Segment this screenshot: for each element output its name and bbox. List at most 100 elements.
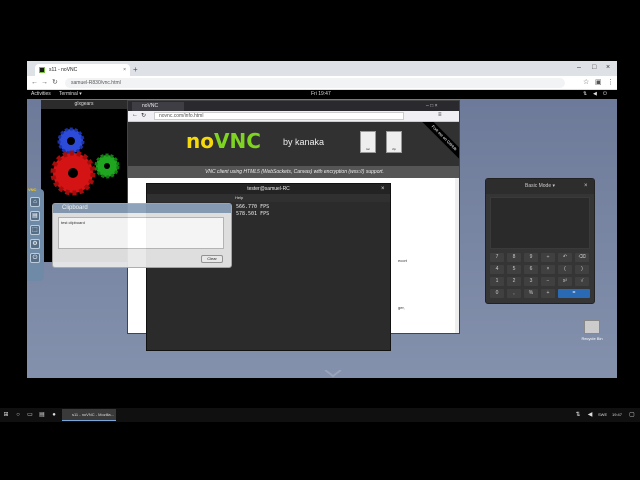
volume-icon[interactable]: ◀ bbox=[593, 90, 597, 99]
novnc-clipboard-button[interactable]: ▤ bbox=[30, 211, 40, 221]
novnc-bar-logo: VNC bbox=[28, 187, 37, 192]
novnc-favicon-icon bbox=[39, 67, 45, 73]
tray-volume-icon[interactable]: ◀ bbox=[586, 411, 594, 419]
remote-desktop[interactable]: glxgears noVNC – □ × ← ↻ novnc.com/info.… bbox=[27, 99, 617, 378]
novnc-disconnect-button[interactable]: ⏻ bbox=[30, 253, 40, 263]
network-icon[interactable]: ⇅ bbox=[583, 90, 587, 99]
github-ribbon[interactable]: Fork me on GitHub bbox=[419, 122, 459, 163]
recycle-bin-label: Recycle Bin bbox=[581, 336, 603, 341]
dock-chevron-icon[interactable] bbox=[323, 370, 343, 378]
calc-key[interactable]: 9 bbox=[524, 253, 538, 262]
calc-key[interactable]: ) bbox=[575, 265, 589, 274]
gnome-top-bar: Activities Terminal ▾ Fri 19:47 ⇅ ◀ ⏻ bbox=[27, 90, 617, 99]
novnc-home-button[interactable]: ⌂ bbox=[30, 197, 40, 207]
calc-key[interactable]: % bbox=[524, 289, 538, 298]
ff-url-bar[interactable]: novnc.com/info.html bbox=[154, 112, 404, 120]
toolbar: ← → ↻ samuel-R830/vnc.html ☆ ▣ ⋮ bbox=[27, 76, 617, 90]
calc-key[interactable]: 7 bbox=[490, 253, 504, 262]
download-tar-icon[interactable]: tar bbox=[360, 131, 376, 153]
novnc-tagline: VNC client using HTML5 (WebSockets, Canv… bbox=[128, 166, 459, 178]
calculator-display bbox=[490, 197, 590, 249]
terminal-title: tester@samuel-RC bbox=[147, 184, 390, 194]
calc-key[interactable]: − bbox=[541, 277, 555, 286]
calc-key[interactable]: 2 bbox=[507, 277, 521, 286]
ff-tab[interactable]: noVNC bbox=[132, 102, 184, 111]
calc-key[interactable]: ÷ bbox=[541, 253, 555, 262]
calc-key[interactable]: 3 bbox=[524, 277, 538, 286]
text-fragment: ecort bbox=[398, 258, 407, 263]
glxgears-title: glxgears bbox=[41, 100, 127, 109]
calc-key[interactable]: × bbox=[541, 265, 555, 274]
tray-network-icon[interactable]: ⇅ bbox=[574, 411, 582, 419]
file-explorer-icon[interactable]: ▤ bbox=[38, 411, 46, 419]
bookmark-star-icon[interactable]: ☆ bbox=[583, 76, 589, 90]
maximize-button[interactable]: □ bbox=[592, 63, 596, 73]
power-icon[interactable]: ⏻ bbox=[603, 90, 607, 99]
calc-key[interactable]: 1 bbox=[490, 277, 504, 286]
terminal-menubar: Help bbox=[147, 194, 390, 202]
firefox-icon[interactable]: ● bbox=[50, 411, 58, 419]
calc-key[interactable]: 6 bbox=[524, 265, 538, 274]
activities-button[interactable]: Activities bbox=[31, 90, 51, 99]
fps-line: 566.770 FPS bbox=[236, 204, 270, 210]
language-indicator[interactable]: SWE bbox=[598, 408, 607, 422]
novnc-banner: noVNC by kanaka tar zip Fork me on GitHu… bbox=[128, 122, 459, 166]
ff-menu-icon[interactable]: ≡ bbox=[438, 112, 442, 118]
novnc-control-bar: VNC ⌂ ▤ ⬚ ⚙ ⏻ bbox=[27, 187, 44, 281]
novnc-logo: noVNC bbox=[186, 129, 261, 153]
ff-scrollbar[interactable] bbox=[455, 178, 459, 333]
calc-key[interactable]: x² bbox=[558, 277, 572, 286]
calc-key[interactable]: 8 bbox=[507, 253, 521, 262]
minimize-button[interactable]: – bbox=[577, 63, 581, 73]
taskbar-clock[interactable]: 19:47 bbox=[612, 408, 622, 422]
calc-key[interactable]: , bbox=[507, 289, 521, 298]
ff-window-controls[interactable]: – □ × bbox=[426, 101, 438, 111]
logo-no: no bbox=[186, 129, 214, 153]
calc-key[interactable]: ⌫ bbox=[575, 253, 589, 262]
calc-key[interactable]: 5 bbox=[507, 265, 521, 274]
address-bar[interactable]: samuel-R830/vnc.html bbox=[65, 78, 565, 88]
text-fragment: ger, bbox=[398, 305, 405, 310]
clipboard-textarea[interactable]: test clipboard bbox=[58, 217, 224, 249]
browser-tab[interactable]: s11 - noVNC × bbox=[35, 64, 130, 76]
calc-key[interactable]: ( bbox=[558, 265, 572, 274]
gnome-clock[interactable]: Fri 19:47 bbox=[311, 90, 331, 99]
back-icon[interactable]: ← bbox=[31, 76, 38, 90]
calc-key[interactable]: + bbox=[541, 289, 555, 298]
recycle-bin-icon[interactable] bbox=[584, 320, 600, 334]
calc-key[interactable]: √ bbox=[575, 277, 589, 286]
fps-line: 578.501 FPS bbox=[236, 211, 270, 217]
clipboard-title: Clipboard bbox=[53, 204, 231, 213]
calculator-close-icon[interactable]: × bbox=[584, 179, 588, 194]
windows-start-icon[interactable]: ⊞ bbox=[2, 411, 10, 419]
calculator-mode-menu[interactable]: Basic Mode ▾ bbox=[486, 179, 594, 194]
task-view-icon[interactable]: ▭ bbox=[26, 411, 34, 419]
terminal-app-menu[interactable]: Terminal ▾ bbox=[59, 90, 82, 99]
calculator-window[interactable]: Basic Mode ▾ × 7 8 9 ÷ ↶ ⌫ 4 5 6 ×() 1 2 3− x² √ 0,% + = bbox=[485, 178, 595, 304]
download-zip-icon[interactable]: zip bbox=[386, 131, 402, 153]
menu-icon[interactable]: ⋮ bbox=[607, 76, 614, 90]
terminal-help-menu[interactable]: Help bbox=[235, 194, 243, 202]
close-window-button[interactable]: × bbox=[606, 63, 610, 73]
taskbar-active-window[interactable]: s11 - noVNC - Mozilla... bbox=[62, 409, 116, 421]
search-icon[interactable]: ○ bbox=[14, 411, 22, 419]
calc-key[interactable]: ↶ bbox=[558, 253, 572, 262]
novnc-fullscreen-button[interactable]: ⬚ bbox=[30, 225, 40, 235]
ff-back-icon[interactable]: ← bbox=[132, 112, 138, 118]
notification-icon[interactable]: ▢ bbox=[628, 411, 636, 419]
reload-icon[interactable]: ↻ bbox=[52, 76, 58, 90]
tab-strip: s11 - noVNC × + – □ × bbox=[27, 61, 617, 76]
windows-taskbar: ⊞ ○ ▭ ▤ ● s11 - noVNC - Mozilla... ⇅ ◀ S… bbox=[0, 408, 640, 422]
ff-reload-icon[interactable]: ↻ bbox=[141, 112, 146, 119]
novnc-by-line: by kanaka bbox=[283, 137, 325, 147]
calc-key[interactable]: 4 bbox=[490, 265, 504, 274]
new-tab-button[interactable]: + bbox=[133, 64, 138, 76]
terminal-close-icon[interactable]: × bbox=[381, 184, 385, 194]
clipboard-clear-button[interactable]: Clear bbox=[201, 255, 223, 263]
novnc-settings-button[interactable]: ⚙ bbox=[30, 239, 40, 249]
calc-key[interactable]: 0 bbox=[490, 289, 504, 298]
extension-icon[interactable]: ▣ bbox=[595, 76, 602, 90]
forward-icon[interactable]: → bbox=[41, 76, 48, 90]
tab-close-icon[interactable]: × bbox=[123, 64, 126, 76]
calc-key[interactable]: = bbox=[558, 289, 590, 298]
